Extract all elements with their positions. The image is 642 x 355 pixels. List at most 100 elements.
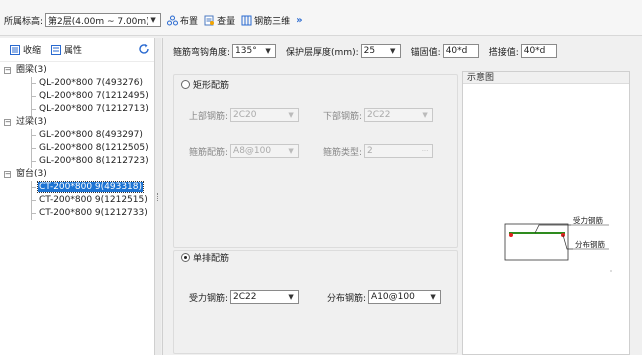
tree-item-label: QL-200*800 7(1212713)	[39, 104, 149, 114]
stirrup-label: 箍筋配筋:	[189, 147, 229, 158]
radio-on-icon	[181, 253, 190, 262]
stirrup-select[interactable]: A8@100 ▼	[230, 144, 300, 158]
tree-group-lintel[interactable]: − 过梁(3)	[0, 116, 154, 129]
chevron-down-icon: ▼	[430, 293, 436, 301]
hook-angle-label: 箍筋弯钩角度:	[173, 47, 231, 58]
tree-item-label: CT-200*800 9(1212733)	[39, 208, 148, 218]
tree-item[interactable]: GL-200*800 8(493297)	[0, 129, 154, 142]
tree-item[interactable]: GL-200*800 8(1212505)	[0, 142, 154, 155]
check-quantity-button[interactable]: 查量	[204, 14, 235, 27]
tree-item-selected[interactable]: CT-200*800 9(493318)	[0, 181, 154, 194]
tree-item-label: GL-200*800 8(1212505)	[39, 143, 149, 153]
tree-group-label: 圈梁(3)	[16, 65, 47, 75]
component-tree-panel: 收缩 属性 − 圈梁(3) QL-200*800 7(493276) QL-20…	[0, 38, 155, 355]
single-rebar-radio-label: 单排配筋	[193, 254, 230, 264]
top-toolbar: 所属标高: 第2层(4.00m ~ 7.00m) ▼ 布置 查量 钢筋三维 »	[0, 0, 642, 36]
rect-rebar-group	[173, 74, 458, 248]
cover-thickness-value: 25	[363, 46, 376, 56]
tree-item-label: CT-200*800 9(1212515)	[39, 195, 148, 205]
rebar-dot-left	[509, 233, 513, 237]
tree-group-ring-beam[interactable]: − 圈梁(3)	[0, 64, 154, 77]
rect-rebar-radio[interactable]: 矩形配筋	[181, 78, 229, 91]
tree-item-label: GL-200*800 8(1212723)	[39, 156, 149, 166]
tree-item[interactable]: QL-200*800 7(1212495)	[0, 90, 154, 103]
panel-splitter[interactable]	[155, 38, 161, 355]
chevron-down-icon: ▼	[288, 147, 294, 155]
bottom-rebar-select[interactable]: 2C22 ▼	[364, 108, 434, 122]
tab-properties[interactable]: 属性	[51, 43, 82, 56]
chevron-down-icon: ▼	[288, 293, 294, 301]
stirrup-type-input[interactable]: 2 ···	[364, 144, 434, 158]
top-rebar-value: 2C20	[233, 110, 257, 120]
main-rebar-value: 2C22	[233, 292, 257, 302]
rebar-3d-button[interactable]: 钢筋三维	[241, 14, 290, 27]
stirrup-type-field: 箍筋类型: 2 ···	[323, 144, 434, 158]
preview-title: 示意图	[463, 72, 629, 84]
refresh-icon[interactable]	[138, 43, 150, 55]
tab-collapse[interactable]: 收缩	[10, 43, 41, 56]
cover-thickness-label: 保护层厚度(mm):	[286, 47, 359, 58]
top-rebar-select[interactable]: 2C20 ▼	[230, 108, 300, 122]
collapse-minus-icon[interactable]: −	[4, 119, 11, 126]
chevron-down-icon: ▼	[150, 16, 156, 24]
ellipsis-icon[interactable]: ···	[420, 147, 430, 155]
chevron-down-icon: ▼	[389, 47, 396, 55]
tree-item[interactable]: GL-200*800 8(1212723)	[0, 155, 154, 168]
top-rebar-field: 上部钢筋: 2C20 ▼	[189, 108, 300, 122]
dist-rebar-value: A10@100	[371, 292, 415, 302]
splitter-grip[interactable]	[157, 193, 159, 201]
tree-group-label: 过梁(3)	[16, 117, 47, 127]
lap-input[interactable]: 40*d	[520, 44, 557, 58]
main-rebar-label: 受力钢筋:	[189, 293, 229, 304]
single-rebar-radio[interactable]: 单排配筋	[181, 251, 229, 264]
check-quantity-label: 查量	[217, 16, 236, 27]
anchor-input[interactable]: 40*d	[442, 44, 479, 58]
tree-group-window-sill[interactable]: − 窗台(3)	[0, 168, 154, 181]
main-rebar-field: 受力钢筋: 2C22 ▼	[189, 290, 300, 304]
more-chevron-icon[interactable]: »	[296, 15, 302, 26]
tree-group-label: 窗台(3)	[16, 169, 47, 179]
layout-button-label: 布置	[180, 16, 199, 27]
toolbar-row: 所属标高: 第2层(4.00m ~ 7.00m) ▼ 布置 查量 钢筋三维 »	[4, 13, 303, 27]
rebar-settings-panel: 箍筋弯钩角度: 135° ▼ 保护层厚度(mm): 25 ▼ 锚固值: 40*d…	[162, 38, 642, 355]
general-params-row: 箍筋弯钩角度: 135° ▼ 保护层厚度(mm): 25 ▼ 锚固值: 40*d…	[173, 44, 557, 58]
properties-icon	[51, 44, 62, 55]
radio-off-icon	[181, 80, 190, 89]
tree-item-label: CT-200*800 9(493318)	[36, 181, 145, 193]
bottom-rebar-value: 2C22	[367, 110, 391, 120]
cover-thickness-select[interactable]: 25 ▼	[360, 44, 401, 58]
dist-rebar-label: 分布钢筋:	[327, 293, 367, 304]
tree-item-label: GL-200*800 8(493297)	[39, 130, 143, 140]
rect-rebar-radio-label: 矩形配筋	[193, 81, 230, 91]
preview-panel: 示意图 受力钢筋 分布钢筋	[462, 71, 630, 355]
rebar-3d-label: 钢筋三维	[254, 16, 291, 27]
preview-diagram: 受力钢筋 分布钢筋	[504, 215, 612, 272]
check-quantity-icon	[204, 15, 215, 25]
bottom-rebar-field: 下部钢筋: 2C22 ▼	[323, 108, 434, 122]
dist-rebar-field: 分布钢筋: A10@100 ▼	[327, 290, 442, 304]
collapse-minus-icon[interactable]: −	[4, 171, 11, 178]
tree-header: 收缩 属性	[0, 38, 154, 62]
tree-item[interactable]: QL-200*800 7(493276)	[0, 77, 154, 90]
dist-rebar-select[interactable]: A10@100 ▼	[368, 290, 442, 304]
rebar-3d-icon	[241, 15, 252, 25]
collapse-minus-icon[interactable]: −	[4, 67, 11, 74]
dist-rebar-annotation: 分布钢筋	[575, 239, 605, 249]
tree-item[interactable]: CT-200*800 9(1212515)	[0, 194, 154, 207]
hook-angle-select[interactable]: 135° ▼	[232, 44, 277, 58]
collapse-icon	[10, 44, 20, 55]
tab-properties-label: 属性	[64, 46, 83, 56]
floor-select[interactable]: 第2层(4.00m ~ 7.00m) ▼	[45, 13, 162, 27]
floor-label: 所属标高:	[4, 16, 44, 27]
bottom-rebar-label: 下部钢筋:	[323, 111, 363, 122]
layout-button[interactable]: 布置	[167, 14, 198, 27]
stirrup-value: A8@100	[233, 146, 272, 156]
chevron-down-icon: ▼	[265, 47, 271, 55]
floor-select-value: 第2层(4.00m ~ 7.00m)	[48, 16, 149, 27]
main-rebar-select[interactable]: 2C22 ▼	[230, 290, 300, 304]
hook-angle-value: 135°	[235, 46, 257, 56]
tree-item[interactable]: CT-200*800 9(1212733)	[0, 207, 154, 220]
tree-item[interactable]: QL-200*800 7(1212713)	[0, 103, 154, 116]
component-tree: − 圈梁(3) QL-200*800 7(493276) QL-200*800 …	[0, 62, 154, 220]
main-rebar-annotation: 受力钢筋	[573, 215, 603, 225]
